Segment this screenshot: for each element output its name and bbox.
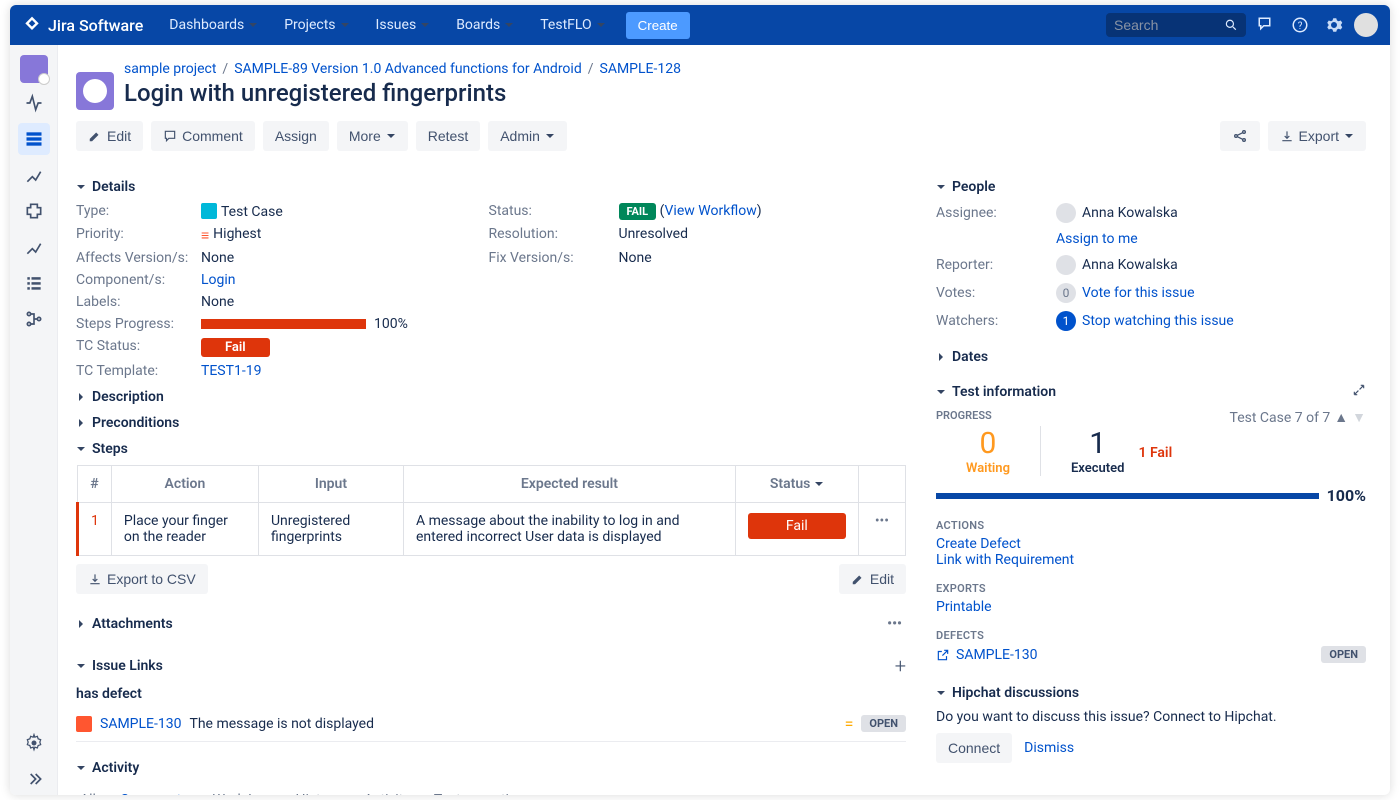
steps-header[interactable]: Steps — [76, 441, 906, 457]
tab-comments[interactable]: Comments — [116, 784, 193, 795]
share-button[interactable] — [1220, 121, 1260, 151]
tc-template-link[interactable]: TEST1-19 — [201, 363, 261, 379]
tab-history[interactable]: History — [291, 784, 344, 795]
assign-button[interactable]: Assign — [263, 121, 329, 151]
dates-header[interactable]: Dates — [936, 349, 1366, 365]
component-link[interactable]: Login — [201, 272, 236, 288]
attachments-header[interactable]: Attachments••• — [76, 612, 906, 636]
export-button[interactable]: Export — [1268, 121, 1366, 151]
nav-boards[interactable]: Boards — [446, 11, 524, 39]
description-header[interactable]: Description — [76, 389, 906, 405]
issue-title: Login with unregistered fingerprints — [124, 79, 681, 107]
breadcrumb: sample project / SAMPLE-89 Version 1.0 A… — [76, 61, 1366, 121]
testcase-icon — [201, 203, 217, 219]
watch-link[interactable]: Stop watching this issue — [1082, 313, 1234, 329]
test-info-header[interactable]: Test information — [936, 383, 1366, 401]
sidebar-tree-icon[interactable] — [18, 303, 50, 335]
tab-worklog[interactable]: Work Log — [209, 784, 276, 795]
settings-icon[interactable] — [1320, 11, 1348, 39]
create-defect-link[interactable]: Create Defect — [936, 536, 1366, 552]
prev-tc-icon[interactable]: ▲ — [1334, 409, 1348, 426]
sidebar-backlog-icon[interactable] — [18, 123, 50, 155]
search-input[interactable] — [1106, 13, 1246, 37]
issue-links-header[interactable]: Issue Links+ — [76, 654, 906, 678]
step-row: 1 Place your finger on the reader Unregi… — [78, 503, 906, 556]
assign-to-me-link[interactable]: Assign to me — [1056, 231, 1138, 247]
people-header[interactable]: People — [936, 179, 1366, 195]
defect-link[interactable]: SAMPLE-130 — [956, 647, 1037, 663]
crumb-project[interactable]: sample project — [124, 61, 216, 77]
external-link-icon — [936, 648, 950, 662]
tab-all[interactable]: All — [76, 784, 100, 795]
retest-button[interactable]: Retest — [416, 121, 480, 151]
create-button[interactable]: Create — [626, 12, 690, 39]
next-tc-icon[interactable]: ▼ — [1352, 409, 1366, 426]
comment-button[interactable]: Comment — [151, 121, 255, 151]
sidebar-activity-icon[interactable] — [18, 87, 50, 119]
jira-logo[interactable]: Jira Software — [22, 15, 143, 35]
tc-status-badge: Fail — [201, 338, 270, 357]
view-workflow-link[interactable]: View Workflow — [665, 203, 757, 219]
add-link-icon[interactable]: + — [895, 654, 906, 678]
link-requirement-link[interactable]: Link with Requirement — [936, 552, 1366, 568]
attachments-more-icon[interactable]: ••• — [883, 612, 906, 636]
nav-testflo[interactable]: TestFLO — [530, 11, 615, 39]
activity-header[interactable]: Activity — [76, 760, 906, 776]
linked-issue-row[interactable]: SAMPLE-130 The message is not displayed … — [76, 706, 906, 742]
steps-table: # Action Input Expected result Status 1 … — [76, 465, 906, 556]
details-header[interactable]: Details — [76, 179, 906, 195]
sidebar-addon-icon[interactable] — [18, 195, 50, 227]
activity-tabs: All Comments Work Log History Activity T… — [76, 784, 906, 795]
nav-dashboards[interactable]: Dashboards — [159, 11, 268, 39]
expand-icon[interactable] — [1352, 383, 1366, 401]
status-badge: FAIL — [619, 203, 657, 220]
test-progress-bar — [936, 493, 1319, 499]
assignee-avatar — [1056, 203, 1076, 223]
sidebar-list-icon[interactable] — [18, 267, 50, 299]
connect-button[interactable]: Connect — [936, 733, 1012, 763]
nav-projects[interactable]: Projects — [274, 11, 359, 39]
sidebar-reports2-icon[interactable] — [18, 231, 50, 263]
hipchat-header[interactable]: Hipchat discussions — [936, 685, 1366, 701]
step-status-badge[interactable]: Fail — [748, 513, 846, 539]
admin-button[interactable]: Admin — [488, 121, 567, 151]
priority-medium-icon: = — [845, 714, 854, 733]
help-icon[interactable]: ? — [1286, 11, 1314, 39]
sidebar-project-icon[interactable] — [20, 55, 48, 83]
search-icon — [1224, 17, 1238, 33]
preconditions-header[interactable]: Preconditions — [76, 415, 906, 431]
left-sidebar — [10, 45, 58, 795]
vote-link[interactable]: Vote for this issue — [1082, 285, 1195, 301]
sidebar-reports-icon[interactable] — [18, 159, 50, 191]
project-avatar — [76, 72, 114, 110]
sidebar-settings-icon[interactable] — [18, 727, 50, 759]
sidebar-collapse-icon[interactable] — [18, 763, 50, 795]
user-avatar[interactable] — [1354, 13, 1378, 37]
status-col-header[interactable]: Status — [735, 466, 858, 503]
tab-activity[interactable]: Activity — [360, 784, 414, 795]
dismiss-link[interactable]: Dismiss — [1024, 740, 1074, 756]
printable-link[interactable]: Printable — [936, 599, 1366, 615]
priority-highest-icon: ≡ — [201, 227, 209, 244]
svg-text:?: ? — [1298, 21, 1303, 32]
nav-issues[interactable]: Issues — [366, 11, 441, 39]
defect-type-icon — [76, 716, 92, 732]
feedback-icon[interactable] — [1252, 11, 1280, 39]
steps-progress-bar — [201, 319, 366, 329]
steps-edit-button[interactable]: Edit — [839, 564, 906, 594]
edit-button[interactable]: Edit — [76, 121, 143, 151]
more-button[interactable]: More — [337, 121, 408, 151]
issue-toolbar: Edit Comment Assign More Retest Admin Ex… — [76, 121, 1366, 151]
reporter-avatar — [1056, 255, 1076, 275]
top-nav: Jira Software Dashboards Projects Issues… — [10, 5, 1390, 45]
linked-status-badge: OPEN — [861, 715, 906, 732]
export-csv-button[interactable]: Export to CSV — [76, 564, 208, 594]
crumb-issue[interactable]: SAMPLE-128 — [600, 61, 681, 77]
crumb-parent[interactable]: SAMPLE-89 Version 1.0 Advanced functions… — [234, 61, 582, 77]
step-more-icon[interactable]: ••• — [871, 509, 893, 533]
tab-test-executions[interactable]: Test executions — [430, 784, 536, 795]
